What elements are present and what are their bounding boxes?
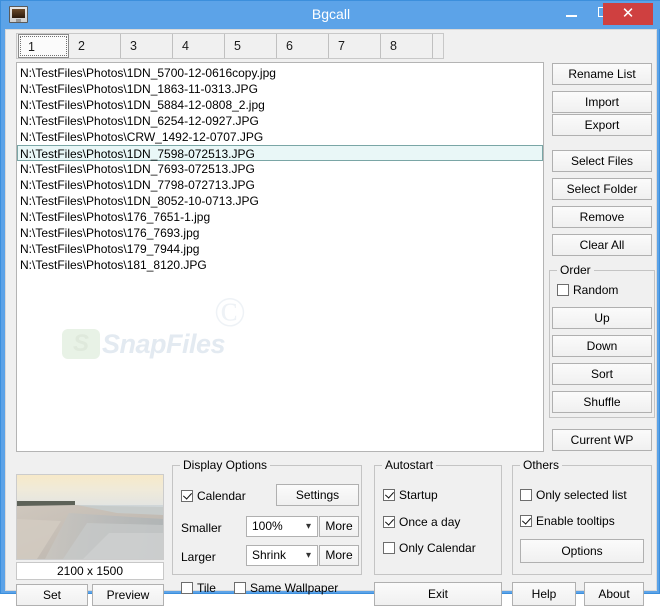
calendar-label: Calendar [197, 489, 246, 503]
copyright-icon: © [214, 290, 246, 336]
tab-4[interactable]: 4 [173, 34, 225, 58]
enable-tooltips-label: Enable tooltips [536, 514, 615, 528]
smaller-value: 100% [252, 519, 283, 533]
import-button[interactable]: Import [552, 91, 652, 113]
list-item[interactable]: N:\TestFiles\Photos\1DN_5884-12-0808_2.j… [17, 97, 543, 113]
tab-8[interactable]: 8 [381, 34, 433, 58]
file-list[interactable]: © S SnapFiles N:\TestFiles\Photos\1DN_57… [16, 62, 544, 452]
snapfiles-watermark: © S SnapFiles [62, 290, 322, 373]
startup-label: Startup [399, 488, 438, 502]
same-wallpaper-checkbox[interactable]: Same Wallpaper [234, 581, 338, 595]
smaller-select[interactable]: 100% ▾ [246, 516, 318, 537]
select-files-button[interactable]: Select Files [552, 150, 652, 172]
only-calendar-label: Only Calendar [399, 541, 476, 555]
preview-button[interactable]: Preview [92, 584, 164, 606]
once-a-day-label: Once a day [399, 515, 461, 529]
checkbox-box [383, 489, 395, 501]
larger-value: Shrink [252, 548, 287, 562]
select-folder-button[interactable]: Select Folder [552, 178, 652, 200]
random-checkbox[interactable]: Random [557, 283, 618, 297]
checkbox-box [181, 582, 193, 594]
only-selected-list-checkbox[interactable]: Only selected list [520, 488, 627, 502]
preview-panel: 2100 x 1500 Set Preview [16, 474, 164, 606]
calendar-checkbox[interactable]: Calendar [181, 489, 246, 503]
once-a-day-checkbox[interactable]: Once a day [383, 515, 460, 529]
shuffle-button[interactable]: Shuffle [552, 391, 652, 413]
display-options-title: Display Options [180, 458, 271, 472]
list-item[interactable]: N:\TestFiles\Photos\1DN_5700-12-0616copy… [17, 65, 543, 81]
list-item[interactable]: N:\TestFiles\Photos\1DN_6254-12-0927.JPG [17, 113, 543, 129]
checkbox-box [234, 582, 246, 594]
checkbox-box [383, 516, 395, 528]
tab-2[interactable]: 2 [69, 34, 121, 58]
chevron-down-icon: ▾ [305, 521, 311, 532]
only-selected-list-label: Only selected list [536, 488, 627, 502]
list-item[interactable]: N:\TestFiles\Photos\1DN_7798-072713.JPG [17, 177, 543, 193]
tab-5[interactable]: 5 [225, 34, 277, 58]
settings-button[interactable]: Settings [276, 484, 359, 506]
client-area: 1 2 3 4 5 6 7 8 © S SnapFiles N:\TestFil… [5, 29, 657, 606]
checkbox-box [383, 542, 395, 554]
clear-all-button[interactable]: Clear All [552, 234, 652, 256]
larger-more-button[interactable]: More [319, 545, 359, 566]
export-button[interactable]: Export [552, 114, 652, 136]
list-item[interactable]: N:\TestFiles\Photos\1DN_8052-10-0713.JPG [17, 193, 543, 209]
list-item[interactable]: N:\TestFiles\Photos\179_7944.jpg [17, 241, 543, 257]
list-item-selected[interactable]: N:\TestFiles\Photos\1DN_7598-072513.JPG [17, 145, 543, 161]
larger-label: Larger [181, 550, 216, 564]
larger-select[interactable]: Shrink ▾ [246, 545, 318, 566]
down-button[interactable]: Down [552, 335, 652, 357]
tab-3[interactable]: 3 [121, 34, 173, 58]
close-button[interactable]: ✕ [603, 3, 653, 25]
list-item[interactable]: N:\TestFiles\Photos\1DN_7693-072513.JPG [17, 161, 543, 177]
up-button[interactable]: Up [552, 307, 652, 329]
list-item[interactable]: N:\TestFiles\Photos\176_7693.jpg [17, 225, 543, 241]
list-item[interactable]: N:\TestFiles\Photos\176_7651-1.jpg [17, 209, 543, 225]
tab-strip: 1 2 3 4 5 6 7 8 [16, 33, 444, 59]
smaller-more-button[interactable]: More [319, 516, 359, 537]
only-calendar-checkbox[interactable]: Only Calendar [383, 541, 476, 555]
checkbox-box [520, 489, 532, 501]
rename-list-button[interactable]: Rename List [552, 63, 652, 85]
current-wp-button[interactable]: Current WP [552, 429, 652, 451]
list-item[interactable]: N:\TestFiles\Photos\181_8120.JPG [17, 257, 543, 273]
image-dimensions-label: 2100 x 1500 [16, 562, 164, 580]
tab-7[interactable]: 7 [329, 34, 381, 58]
tile-checkbox[interactable]: Tile [181, 581, 216, 595]
startup-checkbox[interactable]: Startup [383, 488, 438, 502]
random-label: Random [573, 283, 619, 297]
others-title: Others [520, 458, 563, 472]
set-button[interactable]: Set [16, 584, 88, 606]
tab-1[interactable]: 1 [18, 34, 69, 58]
chevron-down-icon: ▾ [305, 550, 311, 561]
help-button[interactable]: Help [512, 582, 576, 606]
preview-thumbnail[interactable] [16, 474, 164, 560]
tab-6[interactable]: 6 [277, 34, 329, 58]
checkbox-box [520, 515, 532, 527]
exit-button[interactable]: Exit [374, 582, 502, 606]
order-group-title: Order [557, 263, 594, 277]
options-button[interactable]: Options [520, 539, 644, 563]
snapfiles-logo-icon: S [62, 329, 100, 359]
autostart-title: Autostart [382, 458, 437, 472]
application-window: Bgcall ✕ 1 2 3 4 5 6 7 8 © S SnapFiles N… [0, 0, 660, 606]
minimize-button[interactable] [557, 1, 585, 23]
checkbox-box [181, 490, 193, 502]
beach-sunset-image [17, 475, 163, 559]
smaller-label: Smaller [181, 521, 222, 535]
watermark-label: SnapFiles [102, 329, 226, 359]
list-item[interactable]: N:\TestFiles\Photos\1DN_1863-11-0313.JPG [17, 81, 543, 97]
remove-button[interactable]: Remove [552, 206, 652, 228]
about-button[interactable]: About [584, 582, 644, 606]
list-item[interactable]: N:\TestFiles\Photos\CRW_1492-12-0707.JPG [17, 129, 543, 145]
tile-label: Tile [197, 581, 216, 595]
enable-tooltips-checkbox[interactable]: Enable tooltips [520, 514, 615, 528]
title-bar: Bgcall ✕ [1, 1, 660, 29]
sort-button[interactable]: Sort [552, 363, 652, 385]
same-wallpaper-label: Same Wallpaper [250, 581, 339, 595]
checkbox-box [557, 284, 569, 296]
